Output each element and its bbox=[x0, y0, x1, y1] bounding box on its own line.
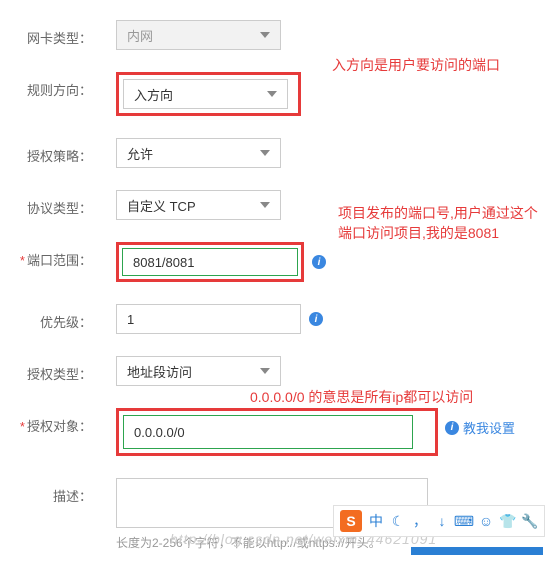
face-icon[interactable]: ☺ bbox=[478, 513, 494, 529]
sogou-logo-icon: S bbox=[340, 510, 362, 532]
label-auth-type: 授权类型： bbox=[10, 356, 92, 383]
select-protocol[interactable]: 自定义 TCP bbox=[116, 190, 281, 220]
info-icon: i bbox=[445, 421, 459, 435]
input-priority[interactable] bbox=[116, 304, 301, 334]
label-direction: 规则方向： bbox=[10, 72, 92, 99]
select-card-type-value: 内网 bbox=[127, 26, 153, 45]
highlight-port-range: 8081/8081 bbox=[116, 242, 304, 282]
tool-icon[interactable]: 🔧 bbox=[522, 513, 538, 529]
mic-icon[interactable]: ↓ bbox=[434, 513, 450, 529]
label-protocol: 协议类型： bbox=[10, 190, 92, 217]
select-policy-value: 允许 bbox=[127, 144, 153, 163]
label-desc: 描述： bbox=[10, 478, 92, 505]
annotation-port: 项目发布的端口号,用户通过这个端口访问项目,我的是8081 bbox=[338, 204, 543, 243]
annotation-auth: 0.0.0.0/0 的意思是所有ip都可以访问 bbox=[250, 388, 545, 408]
keyboard-icon[interactable]: ⌨ bbox=[456, 513, 472, 529]
lang-icon[interactable]: 中 bbox=[368, 513, 384, 529]
select-direction-value: 入方向 bbox=[134, 85, 173, 104]
info-icon[interactable]: i bbox=[312, 255, 326, 269]
select-auth-type[interactable]: 地址段访问 bbox=[116, 356, 281, 386]
chevron-down-icon bbox=[260, 32, 270, 38]
comma-icon[interactable]: ， bbox=[412, 513, 428, 529]
input-auth-object[interactable]: 0.0.0.0/0 bbox=[123, 415, 413, 449]
chevron-down-icon bbox=[260, 368, 270, 374]
label-port-range: *端口范围： bbox=[10, 242, 92, 269]
teach-link[interactable]: i 教我设置 bbox=[445, 418, 515, 437]
chevron-down-icon bbox=[260, 150, 270, 156]
input-port-range[interactable]: 8081/8081 bbox=[122, 248, 298, 276]
annotation-direction: 入方向是用户要访问的端口 bbox=[332, 56, 542, 76]
ime-toolbar: S 中 ☾ ， ↓ ⌨ ☺ 👕 🔧 bbox=[333, 505, 545, 537]
moon-icon[interactable]: ☾ bbox=[390, 513, 406, 529]
select-card-type[interactable]: 内网 bbox=[116, 20, 281, 50]
select-direction[interactable]: 入方向 bbox=[123, 79, 288, 109]
chevron-down-icon bbox=[267, 91, 277, 97]
highlight-direction: 入方向 bbox=[116, 72, 301, 116]
info-icon[interactable]: i bbox=[309, 312, 323, 326]
select-auth-type-value: 地址段访问 bbox=[127, 362, 192, 381]
label-card-type: 网卡类型： bbox=[10, 20, 92, 47]
label-auth-object: *授权对象： bbox=[10, 408, 92, 435]
label-priority: 优先级： bbox=[10, 304, 92, 331]
select-protocol-value: 自定义 TCP bbox=[127, 196, 196, 215]
chevron-down-icon bbox=[260, 202, 270, 208]
submit-button[interactable] bbox=[411, 547, 543, 555]
shirt-icon[interactable]: 👕 bbox=[500, 513, 516, 529]
label-policy: 授权策略： bbox=[10, 138, 92, 165]
highlight-auth-object: 0.0.0.0/0 bbox=[116, 408, 438, 456]
select-policy[interactable]: 允许 bbox=[116, 138, 281, 168]
